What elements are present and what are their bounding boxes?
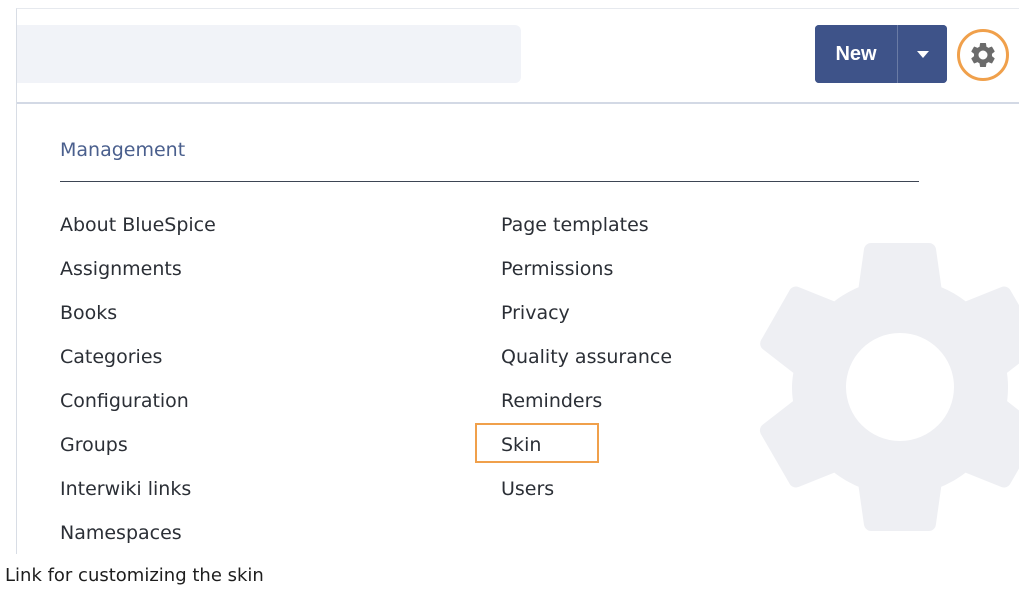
management-heading: Management bbox=[60, 139, 186, 161]
menu-item-reminders[interactable]: Reminders bbox=[501, 382, 672, 426]
new-button-group: New bbox=[815, 25, 947, 83]
menu-item-configuration[interactable]: Configuration bbox=[60, 382, 216, 426]
menu-item-categories[interactable]: Categories bbox=[60, 338, 216, 382]
menu-item-namespaces[interactable]: Namespaces bbox=[60, 514, 216, 554]
new-button[interactable]: New bbox=[815, 25, 897, 83]
menu-item-permissions[interactable]: Permissions bbox=[501, 250, 672, 294]
menu-item-interwiki-links[interactable]: Interwiki links bbox=[60, 470, 216, 514]
caret-down-icon bbox=[916, 50, 929, 58]
menu-item-about-bluespice[interactable]: About BlueSpice bbox=[60, 206, 216, 250]
menu-item-skin[interactable]: Skin bbox=[475, 423, 672, 470]
settings-button[interactable] bbox=[957, 29, 1009, 81]
search-bar[interactable] bbox=[17, 25, 521, 83]
menu-item-quality-assurance[interactable]: Quality assurance bbox=[501, 338, 672, 382]
gear-icon bbox=[971, 42, 995, 67]
management-menu-right: Page templates Permissions Privacy Quali… bbox=[475, 206, 672, 514]
menu-item-users[interactable]: Users bbox=[501, 470, 672, 514]
menu-item-assignments[interactable]: Assignments bbox=[60, 250, 216, 294]
menu-item-skin-label: Skin bbox=[501, 434, 542, 456]
header-divider bbox=[17, 102, 1019, 104]
menu-item-books[interactable]: Books bbox=[60, 294, 216, 338]
new-dropdown-button[interactable] bbox=[898, 25, 947, 83]
menu-item-groups[interactable]: Groups bbox=[60, 426, 216, 470]
gear-watermark-icon bbox=[759, 242, 1019, 531]
management-divider bbox=[60, 181, 919, 182]
management-menu-left: About BlueSpice Assignments Books Catego… bbox=[60, 206, 216, 554]
app-frame: New Management About BlueSpice Assignmen… bbox=[16, 8, 1019, 554]
menu-item-privacy[interactable]: Privacy bbox=[501, 294, 672, 338]
menu-item-page-templates[interactable]: Page templates bbox=[501, 206, 672, 250]
figure-caption: Link for customizing the skin bbox=[5, 565, 264, 586]
